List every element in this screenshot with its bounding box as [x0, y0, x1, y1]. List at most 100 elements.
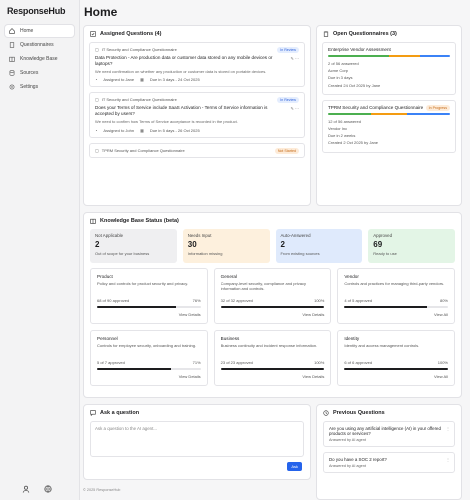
open-title: Open Questionnaires (3) — [333, 31, 397, 37]
nav-settings[interactable]: Settings — [5, 81, 74, 93]
previous-question[interactable]: Do you have a SOC 2 report? Answered by A… — [323, 452, 455, 473]
home-icon — [9, 28, 15, 34]
framework-name: Business — [220, 336, 240, 341]
framework-pct: 100% — [437, 360, 448, 365]
questionnaire-due: Due in 2 weeks — [328, 133, 356, 139]
framework-desc: Company-level security, compliance and p… — [220, 281, 306, 292]
framework-name: General — [220, 274, 237, 279]
status-tile-auto-answered[interactable]: Auto-Answered 2 From existing sources — [275, 229, 363, 263]
nav-label: Home — [20, 28, 34, 34]
kb-title: Knowledge Base Status (beta) — [100, 218, 179, 224]
view-details-link[interactable]: View Details — [221, 374, 324, 379]
question-textarea[interactable]: Ask a question to the AI agent... — [90, 421, 304, 457]
page-title: Home — [84, 5, 118, 19]
framework-name: Vendor — [344, 274, 359, 279]
framework-progress: 23 of 23 approved — [220, 360, 253, 365]
globe-icon[interactable] — [44, 485, 52, 493]
question-date: Due in 5 days - 26 Oct 2025 — [149, 127, 200, 133]
previous-question-text: Are you using any artificial intelligenc… — [329, 426, 441, 436]
framework-card[interactable]: Identity Identity and access management c… — [337, 330, 455, 386]
nav-label: Questionnaires — [20, 42, 54, 48]
framework-desc: Policy and controls for product security… — [97, 281, 189, 286]
more-icon[interactable]: ✎ ⋯ — [291, 56, 299, 61]
main-content: Home Assigned Questions (4) ▢ IT Security… — [80, 0, 470, 500]
database-icon — [9, 70, 15, 76]
question-section: TPRM Security and Compliance Questionnai… — [101, 147, 185, 153]
questionnaire-due: Due in 3 days — [328, 75, 353, 81]
nav-label: Sources — [20, 70, 39, 76]
view-details-link[interactable]: View Details — [97, 312, 201, 317]
tile-label: Not Applicable — [95, 233, 124, 238]
user-icon[interactable] — [22, 485, 30, 493]
question-section: IT Security and Compliance Questionnaire — [101, 47, 177, 52]
doc-icon: ▢ — [95, 147, 99, 153]
view-details-link[interactable]: View All — [344, 374, 448, 379]
questionnaire-item[interactable]: TPRM Security and Compliance Questionnai… — [322, 99, 456, 153]
view-details-link[interactable]: View Details — [221, 312, 324, 317]
clipboard-icon — [323, 31, 329, 37]
questionnaire-progress: 2 of 56 answered — [328, 61, 359, 66]
framework-name: Identity — [344, 336, 360, 341]
framework-pct: 80% — [439, 298, 448, 303]
tile-count: 30 — [187, 240, 197, 249]
tile-sub: Out of scope for your business — [95, 251, 150, 256]
tile-sub: Information missing — [187, 251, 223, 256]
assigned-question[interactable]: ▢ IT Security and Compliance Questionnair… — [89, 42, 305, 88]
status-tile-needs-input[interactable]: Needs Input 30 Information missing — [182, 229, 270, 263]
assigned-question[interactable]: ▢ IT Security and Compliance Questionnair… — [89, 92, 305, 138]
question-section: IT Security and Compliance Questionnaire — [101, 97, 177, 103]
framework-card[interactable]: Product Policy and controls for product s… — [90, 268, 208, 324]
questionnaire-title: TPRM Security and Compliance Questionnai… — [328, 104, 424, 110]
framework-card[interactable]: Business Business continuity and incident… — [213, 330, 332, 386]
status-tile-approved[interactable]: Approved 69 Ready to use — [368, 229, 455, 263]
assigned-question[interactable]: ▢ TPRM Security and Compliance Questionna… — [89, 142, 305, 158]
assigned-title: Assigned Questions (4) — [100, 31, 162, 37]
tile-count: 2 — [95, 240, 100, 249]
nav-sources[interactable]: Sources — [5, 67, 74, 79]
question-title: Data Protection - Are production data or… — [95, 55, 273, 66]
previous-question[interactable]: Are you using any artificial intelligenc… — [323, 421, 455, 447]
status-badge: Not Started — [274, 147, 299, 154]
user-icon: ◔ — [95, 127, 98, 133]
sidebar: ResponseHub Home Questionnaires Knowledg… — [0, 0, 80, 500]
previous-question-text: Do you have a SOC 2 report? — [329, 457, 387, 462]
questionnaire-item[interactable]: Enterprise Vendor Assessment 2 of 56 ans… — [322, 42, 456, 95]
tile-sub: From existing sources — [280, 251, 320, 256]
nav-questionnaires[interactable]: Questionnaires — [5, 39, 74, 51]
framework-desc: Controls for employee security, onboardi… — [97, 343, 197, 348]
framework-card[interactable]: Personnel Controls for employee security,… — [90, 330, 208, 386]
framework-progress: 68 of 90 approved — [97, 298, 130, 303]
framework-card[interactable]: General Company-level security, complianc… — [213, 268, 332, 324]
framework-fill — [220, 306, 325, 309]
view-details-link[interactable]: View All — [344, 312, 448, 317]
assigned-questions-card: Assigned Questions (4) ▢ IT Security and … — [83, 25, 311, 206]
previous-question-status: Answered by AI agent — [329, 464, 366, 468]
status-tile-not-applicable[interactable]: Not Applicable 2 Out of scope for your bus… — [90, 229, 177, 263]
questionnaire-title: Enterprise Vendor Assessment — [328, 47, 391, 52]
view-details-link[interactable]: View Details — [97, 374, 201, 379]
framework-name: Product — [97, 274, 113, 279]
more-icon[interactable]: ✎ ⋯ — [291, 106, 299, 111]
check-square-icon — [90, 31, 96, 37]
calendar-icon: ▦ — [140, 77, 144, 83]
previous-title: Previous Questions — [333, 410, 385, 416]
brand-logo: ResponseHub — [7, 6, 66, 16]
delete-icon[interactable]: ⋮ — [446, 457, 450, 462]
doc-icon: ▢ — [95, 47, 99, 52]
questionnaire-created: Created 2 Oct 2025 by Jane — [328, 140, 379, 146]
question-owner: Assigned to John — [103, 127, 135, 133]
tile-sub: Ready to use — [373, 251, 397, 256]
history-icon — [323, 410, 329, 416]
doc-icon: ▢ — [95, 97, 99, 103]
nav-knowledge-base[interactable]: Knowledge Base — [5, 53, 74, 65]
question-desc: We need confirmation on whether any prod… — [95, 68, 267, 74]
question-desc: We need to confirm how Terms of Service … — [95, 119, 238, 125]
framework-progress: 4 of 5 approved — [344, 298, 373, 303]
nav-home[interactable]: Home — [5, 25, 74, 37]
ask-button[interactable]: Ask — [287, 462, 302, 471]
tile-count: 69 — [373, 240, 383, 249]
question-date: Due in 3 days - 24 Oct 2025 — [149, 77, 200, 83]
progress-bar — [328, 112, 450, 115]
framework-card[interactable]: Vendor Controls and practices for managin… — [337, 268, 455, 324]
delete-icon[interactable]: ⋮ — [446, 426, 450, 431]
